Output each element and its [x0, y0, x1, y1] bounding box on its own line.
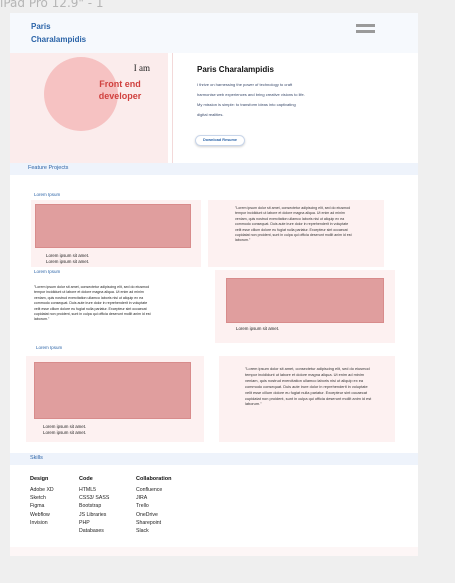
project-3-heading: Lorem Ipsum	[36, 345, 63, 350]
project-2-caption: Lorem ipsum sit amet.	[236, 326, 280, 331]
skills-collaboration-column: Collaboration Confluence JIRA Trello One…	[136, 476, 171, 535]
skills-design-heading: Design	[30, 476, 49, 482]
skills-collaboration-heading: Collaboration	[136, 476, 172, 482]
top-navbar: Paris Charalampidis	[10, 13, 418, 53]
skill-item: OneDrive	[136, 511, 158, 518]
frame-label: iPad Pro 12.9" - 1	[0, 0, 104, 10]
skills-bar: Skills	[10, 453, 418, 465]
skill-item: JIRA	[136, 495, 148, 502]
skills-design-column: Design Adobe XD Sketch Figma Webflow Inv…	[30, 476, 54, 527]
project-3-image[interactable]	[34, 362, 191, 419]
skill-item: Webflow	[30, 511, 50, 518]
skills-section: Design Adobe XD Sketch Figma Webflow Inv…	[10, 465, 418, 547]
download-resume-button[interactable]: Download Resume	[195, 135, 245, 146]
skill-item: PHP	[79, 519, 90, 526]
skill-item: Figma	[30, 503, 45, 510]
skills-code-column: Code HTML5 CSS3/ SASS Bootstrap JS Libra…	[79, 476, 109, 535]
project-1-caption-line2: Lorem ipsum sit amet.	[46, 259, 90, 264]
skill-item: Sketch	[30, 495, 46, 502]
hero-description: I thrive on harnessing the power of tech…	[197, 82, 305, 117]
skill-item: Slack	[136, 528, 149, 535]
project-1-caption: Lorem ipsum sit amet. Lorem ipsum sit am…	[46, 253, 89, 265]
project-1-image[interactable]	[35, 204, 191, 248]
skill-item: HTML5	[79, 487, 97, 493]
project-3-caption: Lorem ipsum sit amet. Lorem ipsum sit am…	[43, 424, 86, 436]
skill-item: Bootstrap	[79, 503, 102, 510]
project-3-caption-line2: Lorem ipsum sit amet.	[43, 430, 87, 435]
brand-logo[interactable]: Paris Charalampidis	[31, 20, 86, 46]
hero-intro-panel: I am Front end developer	[10, 53, 168, 163]
hero-role-line2: developer	[98, 91, 142, 101]
hero-role: Front end developer	[80, 78, 160, 102]
hero-about-panel: Paris Charalampidis I thrive on harnessi…	[172, 53, 418, 163]
skill-item: Invision	[30, 519, 48, 526]
project-2-text: "Lorem ipsum dolor sit amet, consectetur…	[34, 285, 151, 322]
hero-i-am: I am	[133, 63, 150, 73]
project-3-quote: "Lorem ipsum dolor sit amet, consectetur…	[245, 366, 372, 407]
skill-item: Databases	[79, 528, 104, 535]
skill-item: Sharepoint	[136, 519, 162, 526]
skills-code-heading: Code	[79, 476, 93, 482]
project-1-heading: Lorem Ipsum	[34, 192, 61, 197]
skill-item: JS Libraries	[79, 511, 107, 518]
project-2-heading: Lorem Ipsum	[34, 269, 61, 274]
skills-title: Skills	[30, 455, 43, 461]
hamburger-icon[interactable]	[356, 24, 375, 36]
skill-item: Adobe XD	[30, 487, 54, 493]
brand-last-name: Charalampidis	[31, 35, 87, 44]
feature-projects-bar: Feature Projects	[10, 163, 418, 175]
hero-role-line1: Front end	[99, 79, 141, 89]
skill-item: CSS3/ SASS	[79, 495, 110, 502]
brand-first-name: Paris	[31, 22, 51, 31]
project-2-image[interactable]	[226, 278, 384, 323]
hero-name: Paris Charalampidis	[197, 65, 274, 74]
project-1-quote: "Lorem ipsum dolor sit amet, consectetur…	[235, 206, 352, 243]
skill-item: Trello	[136, 503, 149, 510]
footer-strip	[10, 547, 418, 556]
skill-item: Confluence	[136, 487, 163, 493]
feature-projects-title: Feature Projects	[28, 165, 69, 171]
portfolio-page: Paris Charalampidis I am Front end devel…	[10, 13, 418, 556]
